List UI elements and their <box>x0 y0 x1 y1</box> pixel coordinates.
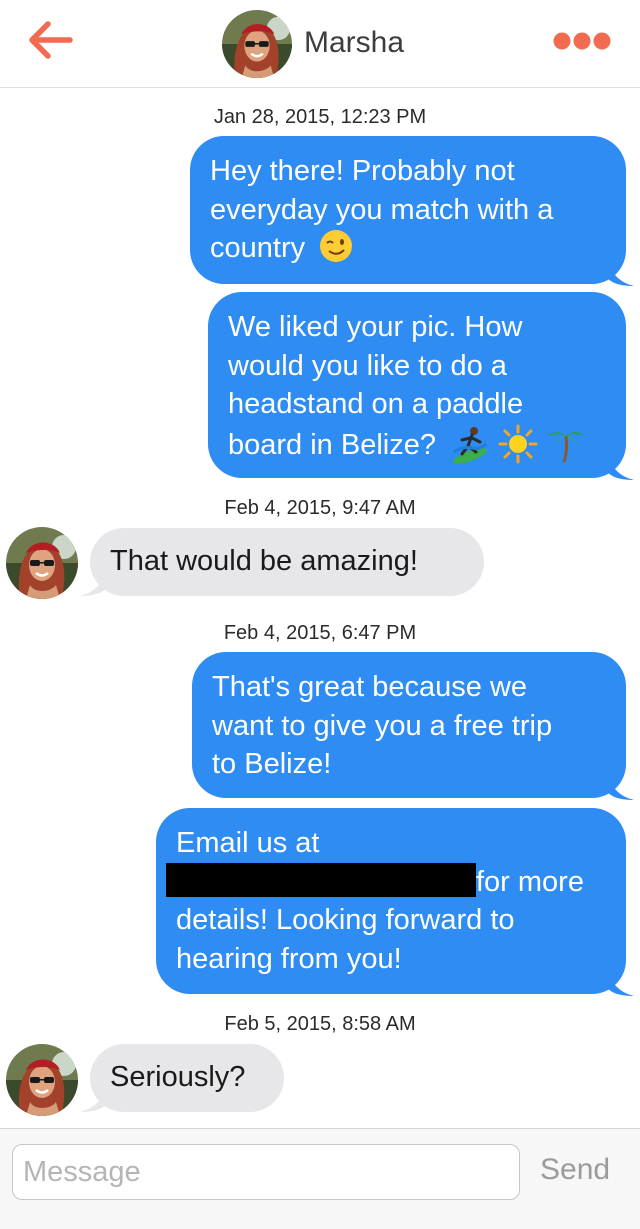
message-line: That's great because we <box>212 671 528 703</box>
message-line: to Belize! <box>212 748 332 780</box>
more-dots-icon <box>553 32 611 50</box>
message-line: Hey there! Probably not <box>210 155 515 187</box>
chat-header: Marsha <box>0 0 640 88</box>
palm-tree-icon <box>548 431 585 462</box>
message-timestamp: Feb 4, 2015, 9:47 AM <box>224 497 416 519</box>
message-timestamp: Jan 28, 2015, 12:23 PM <box>213 106 427 128</box>
sun-icon <box>498 424 538 463</box>
message-line: want to give you a free trip <box>212 709 553 742</box>
back-arrow-icon <box>29 21 73 59</box>
outgoing-message[interactable]: That's great because we want to give you… <box>192 652 626 798</box>
winking-face-icon <box>320 230 353 262</box>
back-button[interactable] <box>22 18 78 62</box>
surfer-icon <box>453 426 488 464</box>
message-line: We liked your pic. How <box>228 311 523 343</box>
message-line: Email us at <box>176 827 320 859</box>
contact-avatar[interactable] <box>6 527 78 599</box>
message-line: details! Looking forward to <box>176 904 515 936</box>
message-line: everyday you match with a <box>210 193 554 226</box>
message-timestamp: Feb 4, 2015, 6:47 PM <box>223 622 417 644</box>
contact-avatar[interactable] <box>6 1044 78 1116</box>
message-line: Seriously? <box>110 1061 246 1093</box>
message-line: hearing from you! <box>176 942 402 975</box>
redaction-bar <box>166 862 476 897</box>
message-timestamp: Feb 5, 2015, 8:58 AM <box>224 1013 416 1035</box>
incoming-message[interactable]: That would be amazing! <box>90 528 484 596</box>
message-line: country <box>210 232 306 264</box>
message-composer: Send <box>0 1128 640 1229</box>
message-line: That would be amazing! <box>110 545 418 577</box>
message-line: board in Belize? <box>228 428 436 461</box>
message-line: for more <box>476 865 584 898</box>
send-button[interactable]: Send <box>540 1153 610 1187</box>
more-options-button[interactable] <box>552 28 612 54</box>
incoming-message[interactable]: Seriously? <box>90 1044 284 1112</box>
message-line: would you like to do a <box>228 349 507 382</box>
message-line: headstand on a paddle <box>228 388 524 420</box>
outgoing-message[interactable]: Hey there! Probably not everyday you mat… <box>190 136 626 284</box>
message-input[interactable] <box>12 1144 520 1200</box>
contact-name[interactable]: Marsha <box>304 26 404 60</box>
outgoing-message[interactable]: We liked your pic. How would you like to… <box>208 292 626 478</box>
outgoing-message[interactable]: Email us at for more details! Looking fo… <box>156 808 626 994</box>
contact-avatar[interactable] <box>222 10 292 78</box>
